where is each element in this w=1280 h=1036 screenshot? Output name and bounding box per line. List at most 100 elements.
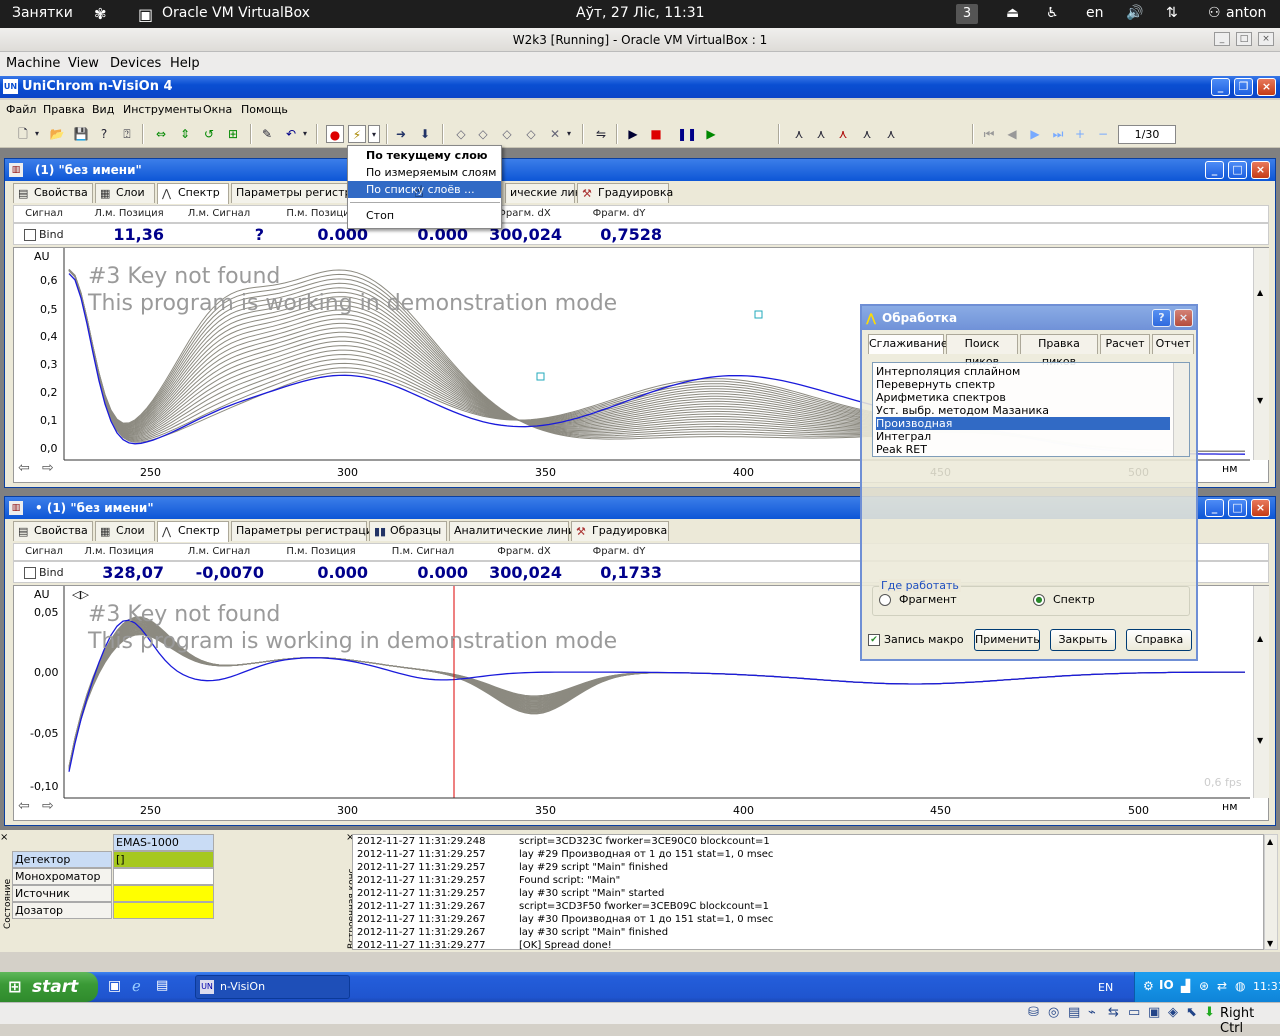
dialog-tab-report[interactable]: Отчет [1152,334,1194,354]
keyboard-layout[interactable]: en [1086,5,1104,21]
tab-spectrum[interactable]: ⋀ Спектр [157,521,229,542]
gnome-foot-icon[interactable]: ✾ [94,5,107,23]
scroll-up-icon[interactable]: ▲ [1267,837,1273,846]
show-desktop-icon[interactable]: ▣ [108,978,121,994]
macro-checkbox[interactable]: ✔ [868,634,880,646]
tab-analytic-lines[interactable]: Аналитические линии [449,521,582,541]
vbox-close-button[interactable]: × [1258,32,1274,46]
vbox-maximize-button[interactable]: □ [1236,32,1252,46]
vbox-network-icon[interactable]: ⇆ [1108,1005,1119,1020]
zoom-y-icon[interactable]: ⇕ [176,125,194,143]
scroll-right-arrow-icon[interactable]: ⇨ [42,798,54,814]
vbox-cd-icon[interactable]: ◎ [1048,1005,1059,1020]
window2-minimize-button[interactable]: _ [1205,499,1224,517]
resume-icon[interactable]: ▶ [702,125,720,143]
tab-analytic-lines[interactable]: ические линии [505,183,596,203]
scroll-right-arrow-icon[interactable]: ⇨ [42,460,54,476]
eject-icon[interactable]: ⏏ [1006,5,1019,21]
menu-item-current-layer[interactable]: По текущему слою [348,147,501,164]
peak-delete-icon[interactable]: ✕ [546,125,564,143]
tab-spectrum[interactable]: ⋀ Спектр [157,183,229,204]
app-minimize-button[interactable]: _ [1211,78,1230,96]
peak-right-icon[interactable]: ◇ [474,125,492,143]
window1-marker-right[interactable] [754,310,763,319]
window1-close-button[interactable]: × [1251,161,1270,179]
dialog-operation-list[interactable]: Интерполяция сплайном Перевернуть спектр… [872,362,1190,457]
undo-zoom-icon[interactable]: ↺ [200,125,218,143]
scroll-down-icon[interactable]: ▼ [1267,939,1273,948]
dialog-help-button[interactable]: ? [1152,309,1171,327]
tray-icon-5[interactable]: ⇄ [1217,979,1227,993]
prev-layer-icon[interactable]: ◀ [1003,125,1021,143]
menu-item-layer-list[interactable]: По списку слоёв ... [348,181,501,198]
zoom-fit-icon[interactable]: ⊞ [224,125,242,143]
vbox-hdd-icon[interactable]: ⛁ [1028,1005,1039,1020]
arrow-right-icon[interactable]: ➜ [392,125,410,143]
tray-icon-4[interactable]: ⊛ [1199,979,1209,993]
help-button[interactable]: Справка [1126,629,1192,651]
taskbar-app-button[interactable]: UN n-VisiOn [195,975,350,999]
user-menu[interactable]: anton [1226,5,1266,21]
window2-maximize-button[interactable]: □ [1228,499,1247,517]
vbox-mouse-icon[interactable]: ⬉ [1186,1005,1197,1020]
scroll-left-arrow-icon[interactable]: ⇦ [18,460,30,476]
undo-dropdown-icon[interactable]: ▾ [300,125,310,143]
list-item-selected[interactable]: Производная [876,417,1170,430]
window1-bind-checkbox[interactable] [24,229,36,241]
add-layer-icon[interactable]: + [1071,125,1089,143]
peak-tool-4-icon[interactable]: ⋏ [858,125,876,143]
menu-help[interactable]: Помощь [241,103,288,116]
vbox-menu-devices[interactable]: Devices [110,56,161,71]
close-button[interactable]: Закрыть [1050,629,1116,651]
window1-y-scrollbar[interactable]: ▲ ▼ [1253,248,1269,460]
dialog-tab-smoothing[interactable]: Сглаживание [868,334,948,354]
peak-down-icon[interactable]: ◇ [522,125,540,143]
tab-registration[interactable]: Параметры регистрации [231,521,380,541]
remove-layer-icon[interactable]: − [1094,125,1112,143]
layer-counter[interactable]: 1/30 [1118,125,1176,144]
tray-io-icon[interactable]: IO [1159,978,1174,992]
menu-view[interactable]: Вид [92,103,114,116]
save-icon[interactable]: 💾 [72,125,90,143]
menu-edit[interactable]: Правка [43,103,85,116]
window1-marker-left[interactable] [536,372,545,381]
help-icon[interactable]: ? [95,125,113,143]
app-restore-button[interactable]: ❐ [1234,78,1253,96]
volume-icon[interactable]: 🔊 [1126,5,1143,21]
vbox-menu-machine[interactable]: Machine [6,56,60,71]
new-file-icon[interactable]: 🗋 [14,125,32,143]
taskbar-clock[interactable]: 11:31 [1253,980,1280,993]
radio-fragment[interactable] [879,594,891,606]
quicklaunch-icon[interactable]: ▤ [156,978,168,993]
edit-chart-icon[interactable]: ✎ [258,125,276,143]
menu-tools[interactable]: Инструменты [123,103,202,116]
list-item[interactable]: Peak RET [876,443,1170,456]
dialog-list-scrollbar[interactable] [1173,363,1189,456]
accessibility-icon[interactable]: ♿ [1046,5,1059,21]
tab-layers[interactable]: ▦ Слои [95,183,155,203]
menu-file[interactable]: Файл [6,103,36,116]
tab-properties[interactable]: ▤ Свойства [13,183,93,203]
apply-button[interactable]: Применить [974,629,1040,651]
stop-icon[interactable]: ■ [647,125,665,143]
tab-properties[interactable]: ▤ Свойства [13,521,93,541]
peak-tool-5-icon[interactable]: ⋏ [882,125,900,143]
pause-icon[interactable]: ❚❚ [677,125,697,143]
tab-calibration[interactable]: ⚒ Градуировка [571,521,669,541]
workspace-indicator[interactable]: 3 [956,4,978,24]
peak-tool-3-icon[interactable]: ⋏ [834,125,852,143]
last-layer-icon[interactable]: ⏭ [1049,125,1067,143]
vbox-menu-help[interactable]: Help [170,56,200,71]
play-icon[interactable]: ▶ [624,125,642,143]
tab-calibration[interactable]: ⚒ Градуировка [577,183,673,203]
scroll-down-icon[interactable]: ▼ [1257,736,1263,745]
tray-icon-6[interactable]: ◍ [1235,979,1245,993]
tab-registration[interactable]: Параметры регистрации [231,183,380,203]
vbox-shared-folder-icon[interactable]: ▭ [1128,1005,1140,1020]
window2-bind-checkbox[interactable] [24,567,36,579]
window2-close-button[interactable]: × [1251,499,1270,517]
window1-maximize-button[interactable]: □ [1228,161,1247,179]
menu-windows[interactable]: Окна [203,103,232,116]
tab-samples[interactable]: ▮▮ Образцы [369,521,447,541]
process-dropdown-icon[interactable]: ▾ [368,125,380,143]
